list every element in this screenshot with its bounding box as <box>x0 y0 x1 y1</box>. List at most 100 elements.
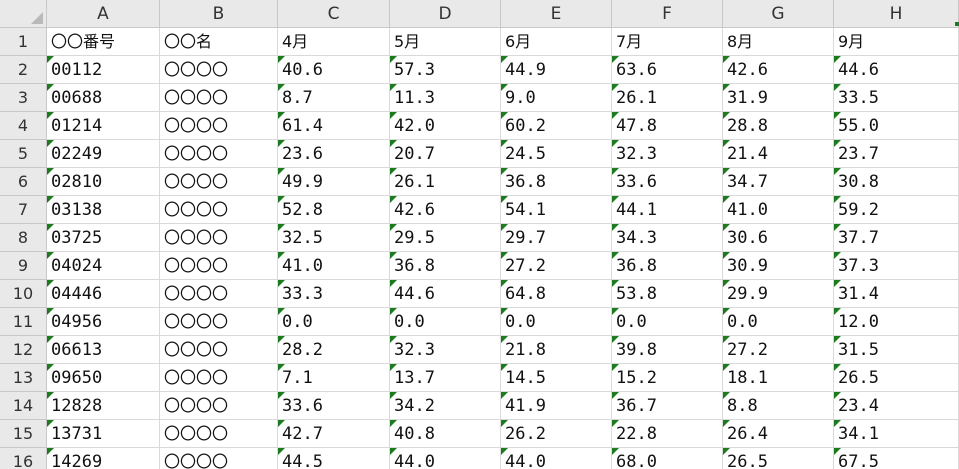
column-header-a[interactable]: A <box>47 0 160 28</box>
cell-c6[interactable]: 49.9 <box>278 168 390 196</box>
cell-d8[interactable]: 29.5 <box>390 224 501 252</box>
cell-b4[interactable]: 〇〇〇〇 <box>160 112 278 140</box>
cell-f15[interactable]: 22.8 <box>612 420 723 448</box>
cell-e3[interactable]: 9.0 <box>501 84 612 112</box>
cell-g8[interactable]: 30.6 <box>723 224 834 252</box>
cell-g11[interactable]: 0.0 <box>723 308 834 336</box>
row-header-12[interactable]: 12 <box>0 336 47 364</box>
cell-c1[interactable]: 4月 <box>278 28 390 56</box>
row-header-8[interactable]: 8 <box>0 224 47 252</box>
cell-g5[interactable]: 21.4 <box>723 140 834 168</box>
cell-e13[interactable]: 14.5 <box>501 364 612 392</box>
row-header-2[interactable]: 2 <box>0 56 47 84</box>
row-header-10[interactable]: 10 <box>0 280 47 308</box>
cell-d9[interactable]: 36.8 <box>390 252 501 280</box>
row-header-9[interactable]: 9 <box>0 252 47 280</box>
cell-g1[interactable]: 8月 <box>723 28 834 56</box>
column-header-d[interactable]: D <box>390 0 501 28</box>
cell-b12[interactable]: 〇〇〇〇 <box>160 336 278 364</box>
cell-b6[interactable]: 〇〇〇〇 <box>160 168 278 196</box>
cell-g15[interactable]: 26.4 <box>723 420 834 448</box>
cell-g14[interactable]: 8.8 <box>723 392 834 420</box>
cell-e1[interactable]: 6月 <box>501 28 612 56</box>
cell-a1[interactable]: 〇〇番号 <box>47 28 160 56</box>
row-header-16[interactable]: 16 <box>0 448 47 469</box>
cell-h15[interactable]: 34.1 <box>834 420 959 448</box>
cell-d10[interactable]: 44.6 <box>390 280 501 308</box>
cell-f9[interactable]: 36.8 <box>612 252 723 280</box>
cell-d6[interactable]: 26.1 <box>390 168 501 196</box>
cell-c11[interactable]: 0.0 <box>278 308 390 336</box>
column-header-c[interactable]: C <box>278 0 390 28</box>
column-header-b[interactable]: B <box>160 0 278 28</box>
cell-h8[interactable]: 37.7 <box>834 224 959 252</box>
cell-f10[interactable]: 53.8 <box>612 280 723 308</box>
cell-a2[interactable]: 00112 <box>47 56 160 84</box>
row-header-13[interactable]: 13 <box>0 364 47 392</box>
cell-a6[interactable]: 02810 <box>47 168 160 196</box>
cell-h16[interactable]: 67.5 <box>834 448 959 469</box>
cell-d13[interactable]: 13.7 <box>390 364 501 392</box>
cell-c14[interactable]: 33.6 <box>278 392 390 420</box>
cell-c13[interactable]: 7.1 <box>278 364 390 392</box>
cell-e7[interactable]: 54.1 <box>501 196 612 224</box>
cell-h2[interactable]: 44.6 <box>834 56 959 84</box>
cell-h1[interactable]: 9月 <box>834 28 959 56</box>
cell-f4[interactable]: 47.8 <box>612 112 723 140</box>
cell-b14[interactable]: 〇〇〇〇 <box>160 392 278 420</box>
cell-h11[interactable]: 12.0 <box>834 308 959 336</box>
cell-c10[interactable]: 33.3 <box>278 280 390 308</box>
cell-c5[interactable]: 23.6 <box>278 140 390 168</box>
cell-g2[interactable]: 42.6 <box>723 56 834 84</box>
column-header-f[interactable]: F <box>612 0 723 28</box>
row-header-1[interactable]: 1 <box>0 28 47 56</box>
cell-d1[interactable]: 5月 <box>390 28 501 56</box>
cell-g9[interactable]: 30.9 <box>723 252 834 280</box>
cell-b10[interactable]: 〇〇〇〇 <box>160 280 278 308</box>
cell-d12[interactable]: 32.3 <box>390 336 501 364</box>
cell-b8[interactable]: 〇〇〇〇 <box>160 224 278 252</box>
cell-d14[interactable]: 34.2 <box>390 392 501 420</box>
cell-e12[interactable]: 21.8 <box>501 336 612 364</box>
cell-g4[interactable]: 28.8 <box>723 112 834 140</box>
cell-a5[interactable]: 02249 <box>47 140 160 168</box>
cell-a8[interactable]: 03725 <box>47 224 160 252</box>
cell-e4[interactable]: 60.2 <box>501 112 612 140</box>
cell-b2[interactable]: 〇〇〇〇 <box>160 56 278 84</box>
cell-e10[interactable]: 64.8 <box>501 280 612 308</box>
cell-h3[interactable]: 33.5 <box>834 84 959 112</box>
cell-h13[interactable]: 26.5 <box>834 364 959 392</box>
cell-a16[interactable]: 14269 <box>47 448 160 469</box>
cell-c3[interactable]: 8.7 <box>278 84 390 112</box>
cell-a12[interactable]: 06613 <box>47 336 160 364</box>
cell-c2[interactable]: 40.6 <box>278 56 390 84</box>
cell-c7[interactable]: 52.8 <box>278 196 390 224</box>
cell-c12[interactable]: 28.2 <box>278 336 390 364</box>
cell-e6[interactable]: 36.8 <box>501 168 612 196</box>
cell-e5[interactable]: 24.5 <box>501 140 612 168</box>
row-header-5[interactable]: 5 <box>0 140 47 168</box>
cell-h4[interactable]: 55.0 <box>834 112 959 140</box>
cell-c16[interactable]: 44.5 <box>278 448 390 469</box>
cell-e8[interactable]: 29.7 <box>501 224 612 252</box>
cell-g10[interactable]: 29.9 <box>723 280 834 308</box>
cell-d11[interactable]: 0.0 <box>390 308 501 336</box>
cell-h5[interactable]: 23.7 <box>834 140 959 168</box>
cell-b3[interactable]: 〇〇〇〇 <box>160 84 278 112</box>
cell-h6[interactable]: 30.8 <box>834 168 959 196</box>
cell-h12[interactable]: 31.5 <box>834 336 959 364</box>
cell-b13[interactable]: 〇〇〇〇 <box>160 364 278 392</box>
cell-d4[interactable]: 42.0 <box>390 112 501 140</box>
column-header-h[interactable]: H <box>834 0 959 28</box>
cell-e9[interactable]: 27.2 <box>501 252 612 280</box>
cell-f2[interactable]: 63.6 <box>612 56 723 84</box>
cell-e15[interactable]: 26.2 <box>501 420 612 448</box>
cell-b1[interactable]: 〇〇名 <box>160 28 278 56</box>
cell-c8[interactable]: 32.5 <box>278 224 390 252</box>
cell-b15[interactable]: 〇〇〇〇 <box>160 420 278 448</box>
cell-f14[interactable]: 36.7 <box>612 392 723 420</box>
cell-b9[interactable]: 〇〇〇〇 <box>160 252 278 280</box>
cell-a10[interactable]: 04446 <box>47 280 160 308</box>
cell-e14[interactable]: 41.9 <box>501 392 612 420</box>
cell-f8[interactable]: 34.3 <box>612 224 723 252</box>
